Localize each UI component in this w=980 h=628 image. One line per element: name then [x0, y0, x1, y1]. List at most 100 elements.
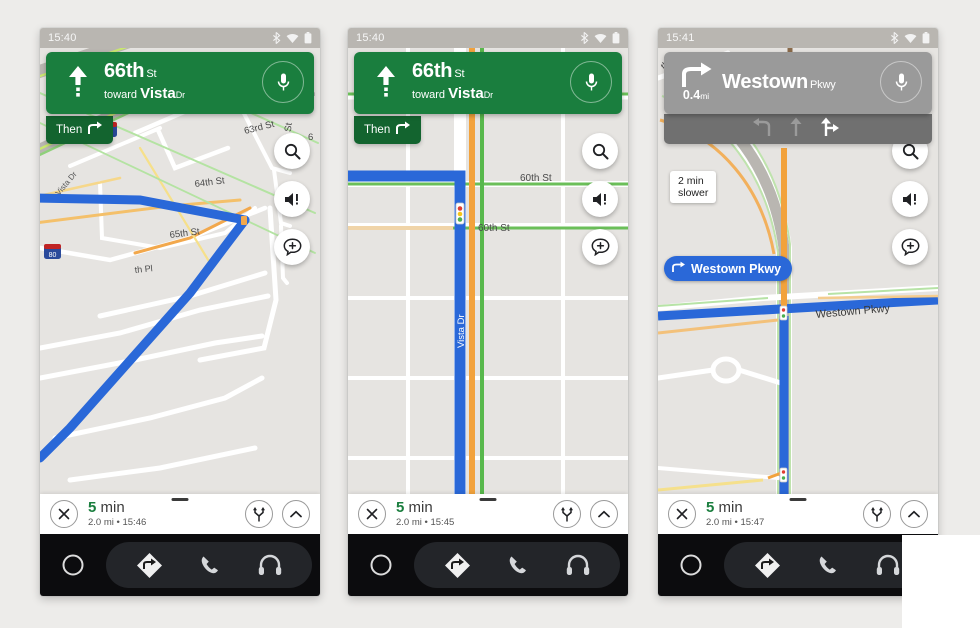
sheet-grab-handle[interactable]: [171, 498, 189, 501]
nav-distance-value: 0.4: [682, 88, 701, 103]
nav-street-line: 66th St: [104, 61, 262, 82]
system-nav-bar: [348, 534, 628, 596]
then-label: Then: [56, 123, 83, 136]
lane-guidance-bar: [664, 114, 932, 144]
nav-header[interactable]: 66th St toward VistaDr: [354, 52, 622, 114]
phone-icon[interactable]: [816, 553, 840, 577]
eta-details: 2.0 mi • 15:45: [396, 517, 553, 528]
phone-1: 15:40 80 63rd St 64th St 65th St Vista D…: [40, 28, 320, 596]
nav-header-text: Westown Pkwy: [718, 70, 880, 93]
battery-icon: [304, 32, 312, 44]
road-label-pill: Westown Pkwy: [664, 256, 793, 281]
report-incident-icon[interactable]: [892, 229, 928, 265]
eta-duration: 5 min: [88, 498, 245, 516]
home-circle-icon[interactable]: [348, 553, 414, 577]
slower-chip-line1: 2 min: [678, 175, 704, 187]
bluetooth-icon: [580, 32, 589, 44]
nav-street-name: Westown: [722, 70, 809, 93]
close-icon[interactable]: [668, 500, 696, 528]
nav-toward-prefix: toward: [412, 89, 446, 102]
close-icon[interactable]: [358, 500, 386, 528]
volume-alert-icon[interactable]: [892, 181, 928, 217]
eta-unit: min: [100, 498, 125, 516]
then-chip: Then: [46, 116, 114, 144]
svg-text:60th St: 60th St: [478, 223, 510, 234]
nav-toward-name: Vista: [140, 85, 176, 103]
nav-street-line: 66th St: [412, 61, 570, 82]
status-bar-time: 15:41: [666, 32, 695, 44]
nav-header[interactable]: 66th St toward VistaDr: [46, 52, 314, 114]
app-dock: [106, 542, 312, 588]
then-label: Then: [364, 123, 391, 136]
nav-street-name: 66th: [412, 60, 453, 83]
volume-alert-icon[interactable]: [274, 181, 310, 217]
eta-minutes: 5: [706, 498, 715, 516]
status-bar-icons: [580, 32, 620, 44]
nav-header[interactable]: 0.4mi Westown Pkwy: [664, 52, 932, 114]
microphone-icon[interactable]: [262, 61, 304, 103]
bluetooth-icon: [272, 32, 281, 44]
eta-sheet[interactable]: 5 min 2.0 mi • 15:47: [658, 494, 938, 534]
search-icon[interactable]: [582, 133, 618, 169]
navigation-diamond-icon[interactable]: [754, 552, 781, 579]
headphones-icon[interactable]: [876, 554, 900, 576]
wifi-icon: [904, 33, 917, 44]
headphones-icon[interactable]: [258, 554, 282, 576]
nav-toward-line: toward VistaDr: [104, 86, 262, 103]
app-dock: [414, 542, 620, 588]
close-icon[interactable]: [50, 500, 78, 528]
navigation-diamond-icon[interactable]: [444, 552, 471, 579]
alternate-routes-icon[interactable]: [245, 500, 273, 528]
sheet-actions: [245, 500, 310, 528]
status-bar: 15:40: [348, 28, 628, 48]
eta-distance: 2.0 mi: [706, 517, 732, 529]
nav-header-text: 66th St toward VistaDr: [100, 61, 262, 103]
map-canvas[interactable]: 80 80 62nd St 63rd St 64th St 65th St Ce…: [40, 48, 320, 494]
report-incident-icon[interactable]: [274, 229, 310, 265]
nav-street-name: 66th: [104, 60, 145, 83]
chevron-up-icon[interactable]: [282, 500, 310, 528]
wifi-icon: [594, 33, 607, 44]
phone-2: 15:40 60th St 60th St Vista Dr 66th St t…: [348, 28, 628, 596]
alternate-routes-icon[interactable]: [863, 500, 891, 528]
microphone-icon[interactable]: [570, 61, 612, 103]
app-dock: [724, 542, 930, 588]
eta-details: 2.0 mi • 15:46: [88, 517, 245, 528]
lane-straight-right-icon: [819, 117, 845, 142]
headphones-icon[interactable]: [566, 554, 590, 576]
report-incident-icon[interactable]: [582, 229, 618, 265]
phone-icon[interactable]: [506, 553, 530, 577]
nav-distance-unit: mi: [700, 91, 710, 102]
alternate-routes-icon[interactable]: [553, 500, 581, 528]
map-canvas[interactable]: 60th St 60th St Vista Dr: [348, 48, 628, 494]
sheet-grab-handle[interactable]: [789, 498, 807, 501]
eta-sheet[interactable]: 5 min 2.0 mi • 15:45: [348, 494, 628, 534]
home-circle-icon[interactable]: [40, 553, 106, 577]
slower-route-chip[interactable]: 2 min slower: [670, 171, 717, 204]
eta-separator: •: [424, 517, 428, 529]
sheet-grab-handle[interactable]: [479, 498, 497, 501]
chevron-up-icon[interactable]: [900, 500, 928, 528]
chevron-up-icon[interactable]: [590, 500, 618, 528]
eta-block: 5 min 2.0 mi • 15:46: [78, 498, 245, 528]
then-chip: Then: [354, 116, 422, 144]
wifi-icon: [286, 33, 299, 44]
microphone-icon[interactable]: [880, 61, 922, 103]
screenshot-stage: 15:40 80 63rd St 64th St 65th St Vista D…: [0, 0, 980, 628]
status-bar: 15:40: [40, 28, 320, 48]
eta-distance: 2.0 mi: [88, 517, 114, 529]
search-icon[interactable]: [274, 133, 310, 169]
eta-sheet[interactable]: 5 min 2.0 mi • 15:46: [40, 494, 320, 534]
lane-left-turn-icon: [751, 117, 773, 142]
eta-arrival-time: 15:46: [122, 517, 147, 529]
nav-toward-suffix: Dr: [175, 90, 186, 101]
eta-duration: 5 min: [396, 499, 553, 516]
turn-right-icon: [396, 121, 411, 138]
navigation-diamond-icon[interactable]: [136, 552, 163, 579]
home-circle-icon[interactable]: [658, 553, 724, 577]
eta-separator: •: [116, 517, 120, 529]
phone-icon[interactable]: [198, 553, 222, 577]
sheet-actions: [863, 500, 928, 528]
svg-text:6: 6: [308, 132, 313, 143]
volume-alert-icon[interactable]: [582, 181, 618, 217]
